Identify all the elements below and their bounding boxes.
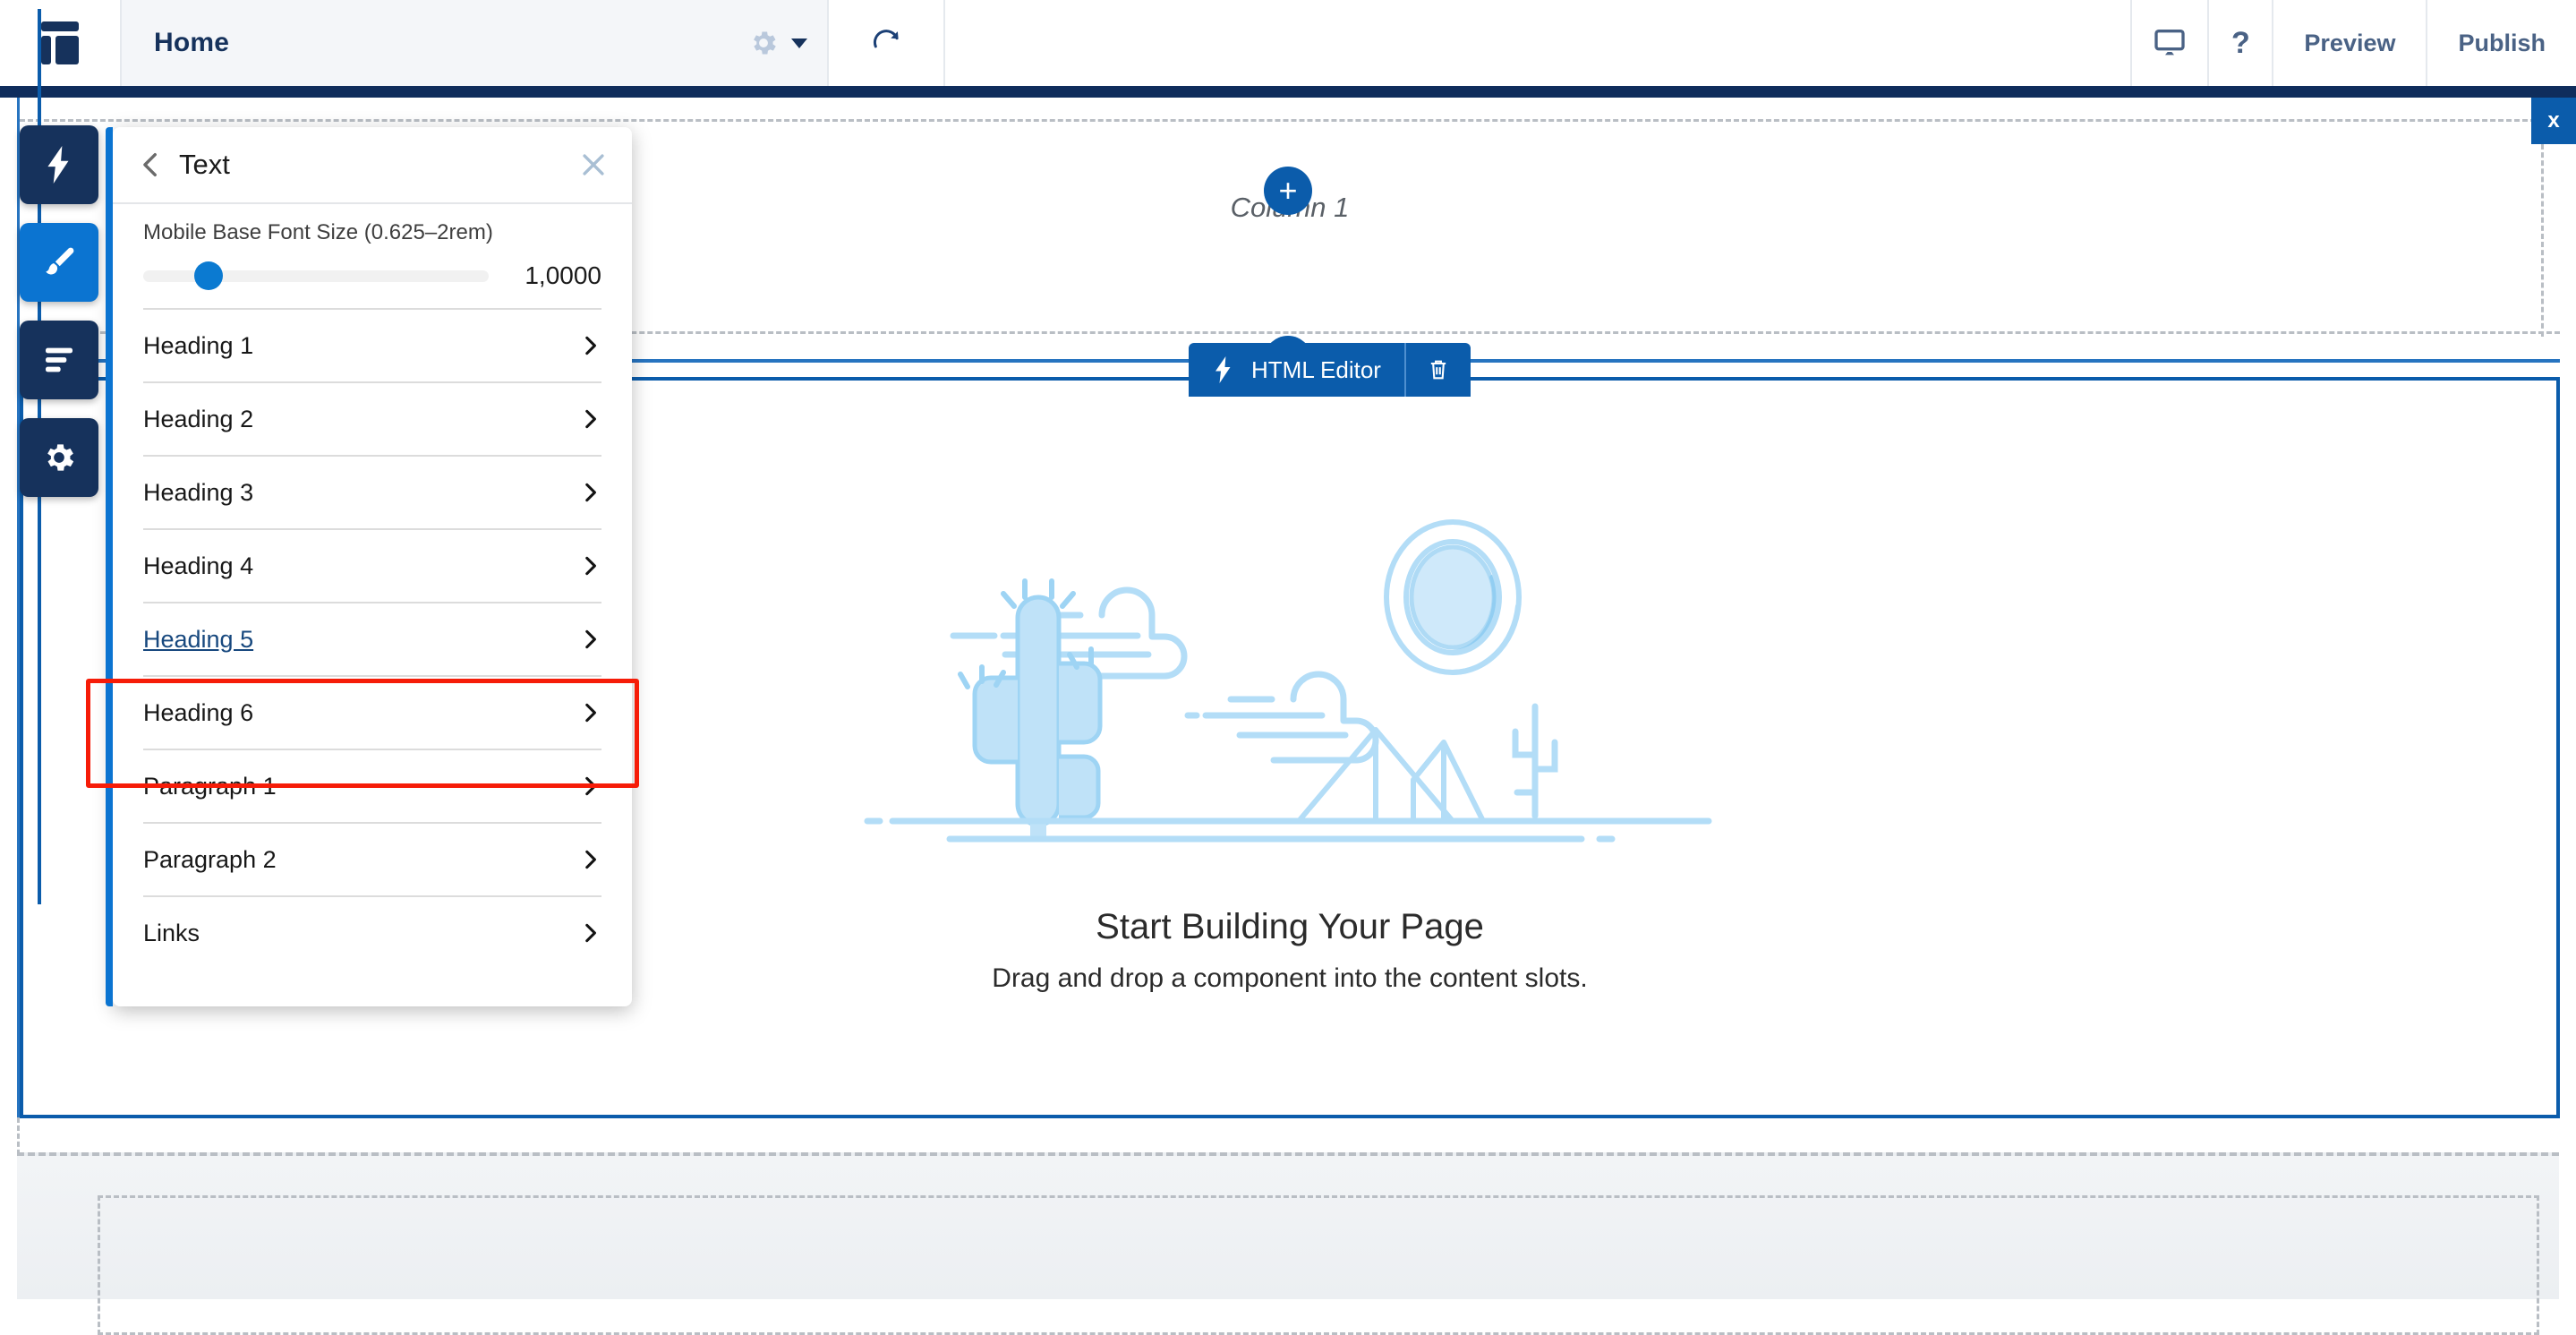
list-item-heading-2[interactable]: Heading 2 [143, 381, 601, 455]
delete-component-button[interactable] [1406, 343, 1471, 397]
font-size-slider-label: Mobile Base Font Size (0.625–2rem) [143, 220, 493, 244]
paintbrush-icon [46, 247, 74, 275]
sidebar-item-theme[interactable] [20, 223, 98, 302]
chevron-right-icon [585, 776, 596, 796]
chevron-left-icon[interactable] [136, 150, 166, 180]
list-item-label: Heading 4 [143, 552, 254, 579]
column-right-dashed-edge [2541, 144, 2544, 337]
list-item-heading-5[interactable]: Heading 5 [143, 602, 601, 675]
text-style-panel: Text Mobile Base Font Size (0.625–2rem) … [86, 127, 639, 1006]
publish-button[interactable]: Publish [2426, 0, 2576, 86]
chevron-down-icon[interactable] [791, 38, 807, 48]
list-item-paragraph-1[interactable]: Paragraph 1 [143, 749, 601, 822]
chevron-right-icon [585, 556, 596, 576]
empty-state-title: Start Building Your Page [1096, 907, 1484, 946]
list-item-label: Heading 3 [143, 478, 254, 506]
refresh-icon [873, 30, 899, 48]
desktop-preview-icon [2154, 30, 2186, 56]
list-lines-icon [46, 347, 73, 372]
page-builder-logo-icon [38, 21, 82, 64]
list-item-label: Links [143, 919, 200, 946]
lightning-bolt-icon [1215, 356, 1231, 383]
trash-icon [1430, 360, 1446, 380]
list-item-label: Paragraph 1 [143, 772, 277, 800]
chevron-right-icon [585, 850, 596, 869]
text-style-list: Heading 1 Heading 2 Heading 3 Heading 4 [113, 308, 632, 969]
html-editor-button[interactable]: HTML Editor [1189, 343, 1406, 397]
list-item-label: Heading 6 [143, 698, 254, 726]
chevron-right-icon [585, 483, 596, 502]
chevron-right-icon [585, 629, 596, 649]
list-item-heading-6[interactable]: Heading 6 [143, 675, 601, 749]
top-bar-spacer [945, 0, 2131, 86]
add-section-button-top[interactable]: + [1264, 167, 1312, 215]
panel-accent-bar [106, 127, 113, 1006]
html-editor-label: HTML Editor [1251, 355, 1381, 383]
close-section-button[interactable]: x [2531, 98, 2576, 144]
panel-header: Text [113, 127, 632, 204]
chevron-right-icon [585, 703, 596, 723]
page-builder-logo[interactable] [0, 0, 122, 86]
chevron-right-icon [585, 923, 596, 943]
close-icon[interactable] [578, 150, 609, 180]
gear-icon[interactable] [748, 28, 779, 58]
list-item-heading-1[interactable]: Heading 1 [143, 308, 601, 381]
preview-button[interactable]: Preview [2272, 0, 2426, 86]
font-size-slider[interactable] [143, 261, 489, 290]
page-title: Home [154, 28, 230, 57]
refresh-button[interactable] [829, 0, 945, 86]
font-size-slider-section: Mobile Base Font Size (0.625–2rem) 1,000… [113, 204, 632, 308]
component-toolbar: HTML Editor [1189, 343, 1471, 397]
sidebar-item-components[interactable] [20, 125, 98, 204]
list-item-label: Heading 5 [143, 625, 254, 653]
lightning-bolt-icon [47, 146, 69, 184]
panel-title: Text [179, 149, 230, 180]
chevron-right-icon [585, 409, 596, 429]
sidebar-item-settings[interactable] [20, 418, 98, 497]
font-size-value: 1,0000 [525, 261, 601, 289]
list-item-label: Paragraph 2 [143, 845, 277, 873]
builder-sidebar [20, 125, 100, 516]
desert-cactus-illustration [864, 519, 1712, 843]
gear-icon [47, 444, 74, 471]
top-bar-accent-band [0, 86, 2576, 98]
empty-state-subtitle: Drag and drop a component into the conte… [992, 963, 1588, 993]
list-item-label: Heading 2 [143, 405, 254, 432]
footer-slot[interactable] [98, 1195, 2539, 1335]
page-title-zone: Home [122, 0, 829, 86]
desktop-preview-button[interactable] [2130, 0, 2207, 86]
list-item-paragraph-2[interactable]: Paragraph 2 [143, 822, 601, 895]
list-item-links[interactable]: Links [143, 895, 601, 969]
list-item-heading-3[interactable]: Heading 3 [143, 455, 601, 528]
top-bar: Home ? Preview Publish [0, 0, 2576, 86]
footer-region[interactable] [17, 1152, 2559, 1335]
slider-thumb[interactable] [194, 261, 224, 290]
sidebar-item-page-structure[interactable] [20, 321, 98, 399]
list-item-heading-4[interactable]: Heading 4 [143, 528, 601, 602]
help-button[interactable]: ? [2207, 0, 2272, 86]
chevron-right-icon [585, 336, 596, 355]
list-item-label: Heading 1 [143, 331, 254, 359]
